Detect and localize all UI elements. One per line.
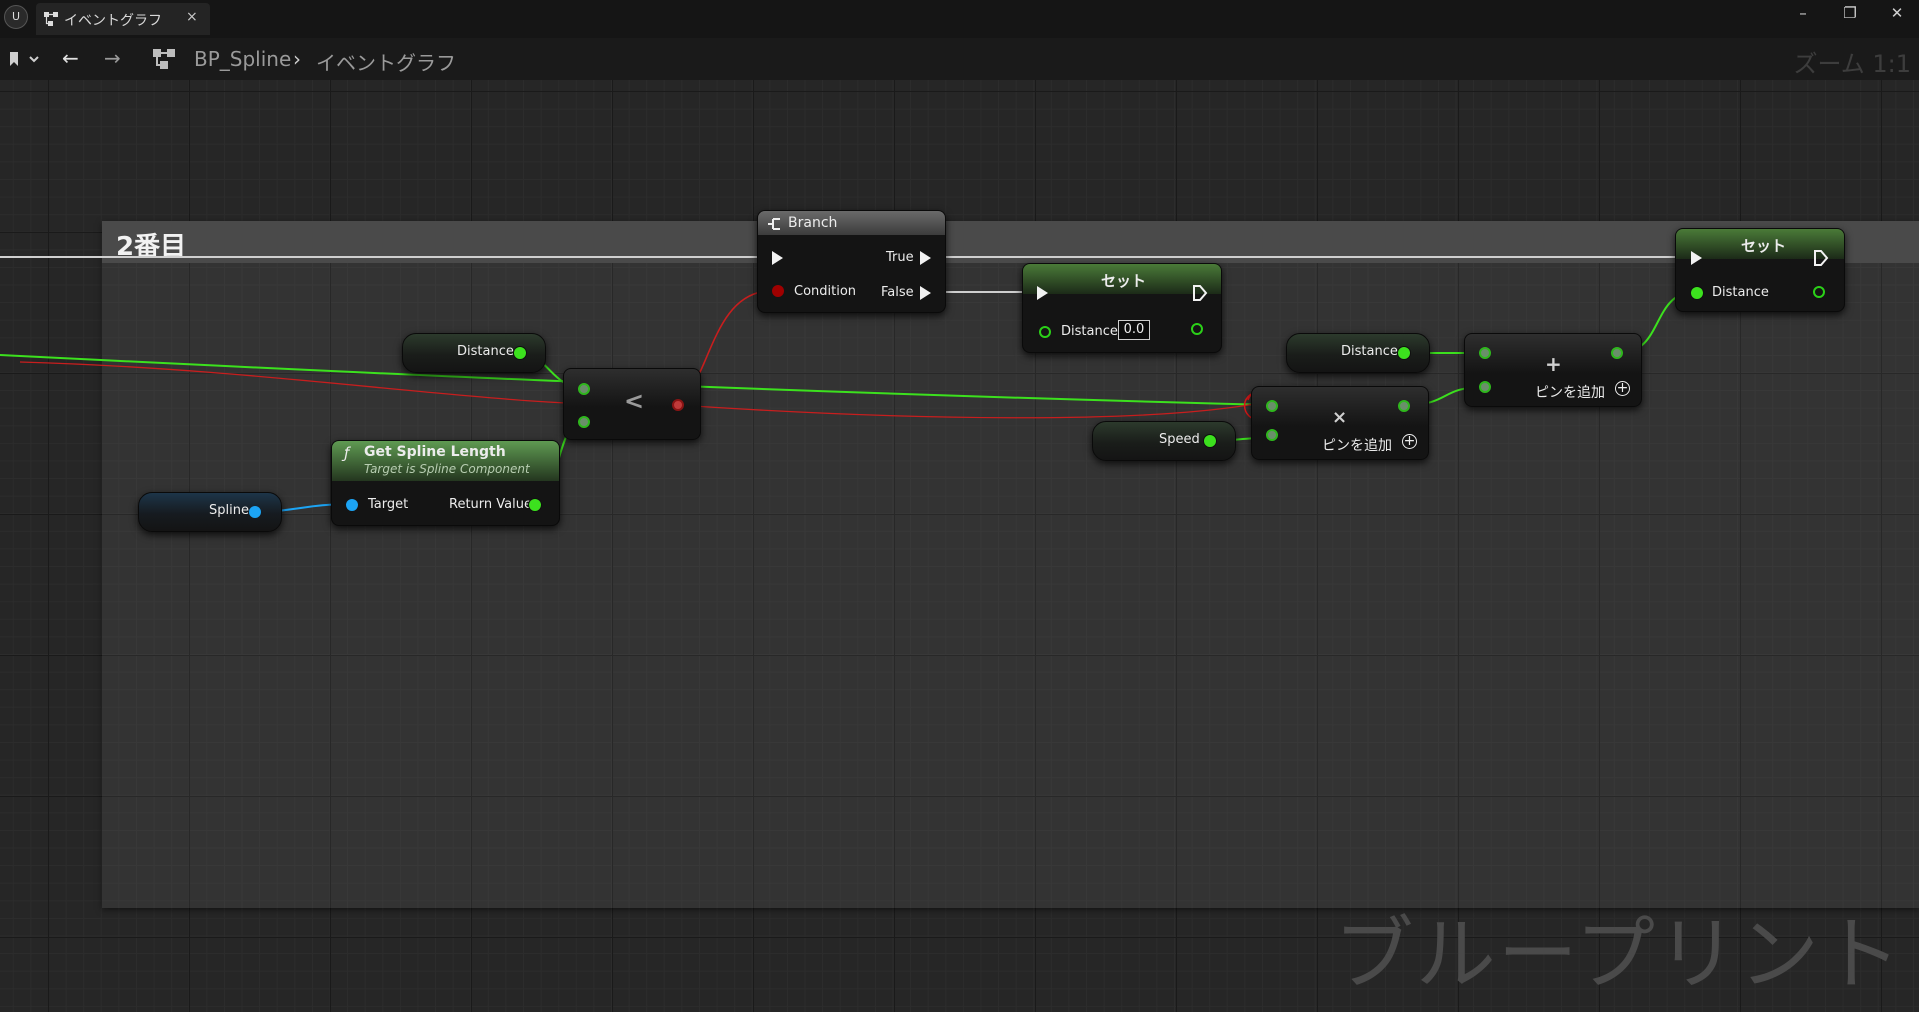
branch-false-pin[interactable] [920,286,931,300]
less-a-pin[interactable] [578,383,590,395]
less-than-symbol: < [624,387,645,415]
graph-canvas[interactable]: 2番目 Branch True Condition False セット Dist… [0,80,1919,1012]
branch-node[interactable]: Branch True Condition False [757,210,946,313]
add-add-pin-label[interactable]: ピンを追加 [1535,382,1605,402]
graph-icon [44,12,58,26]
set-distance-node-2[interactable]: セット Distance [1675,228,1845,312]
branch-true-pin[interactable] [920,251,931,265]
graph-icon [153,49,175,69]
condition-label: Condition [794,284,857,299]
tab-label: イベントグラフ [64,13,162,29]
set-distance-out-pin[interactable] [1191,323,1203,335]
set2-exec-in-pin[interactable] [1691,251,1702,265]
speed-getter-out-pin[interactable] [1204,435,1216,447]
set-exec-in-pin[interactable] [1037,286,1048,300]
unreal-logo-icon[interactable]: U [4,5,28,29]
branch-true-label: True [886,250,914,265]
return-value-pin[interactable] [529,499,541,511]
speed-getter-node[interactable]: Speed [1092,421,1236,461]
forward-button[interactable]: → [104,46,121,70]
distance-getter2-label: Distance [1341,344,1398,359]
function-title: Get Spline Length [364,444,506,460]
multiply-symbol: × [1332,407,1348,428]
function-icon: ƒ [344,444,350,462]
distance-getter-node[interactable]: Distance [402,333,546,373]
spline-getter-label: Spline [209,503,249,518]
close-tab-icon[interactable]: × [186,9,198,25]
add-node[interactable]: + ピンを追加 + [1464,333,1642,407]
branch-icon [768,218,780,230]
branch-header [758,211,945,235]
get-spline-length-node[interactable]: ƒ Get Spline Length Target is Spline Com… [331,440,560,526]
blueprint-watermark: ブループリント [1333,908,1903,1001]
distance-getter2-out-pin[interactable] [1398,347,1410,359]
zoom-level: ズーム 1:1 [1793,50,1911,78]
multiply-add-pin-icon[interactable]: + [1402,434,1417,449]
close-window-button[interactable]: ✕ [1882,2,1912,24]
multiply-a-pin[interactable] [1266,400,1278,412]
set-exec-out-pin[interactable] [1192,284,1208,302]
graph-toolbar: ← → BP_Spline › イベントグラフ ズーム 1:1 [0,38,1919,80]
spline-getter-node[interactable]: Spline [138,492,282,532]
target-pin[interactable] [346,499,358,511]
distance-getter-label: Distance [457,344,514,359]
set2-distance-label: Distance [1712,285,1769,300]
branch-title: Branch [788,215,838,231]
wire-layer [0,256,1699,514]
set-distance-node[interactable]: セット Distance 0.0 [1022,263,1222,353]
less-out-pin[interactable] [672,399,684,411]
add-b-pin[interactable] [1479,381,1491,393]
add-a-pin[interactable] [1479,347,1491,359]
distance-getter-out-pin[interactable] [514,347,526,359]
distance-getter-node-2[interactable]: Distance [1286,333,1430,373]
add-add-pin-icon[interactable]: + [1615,381,1630,396]
breadcrumb-graph[interactable]: イベントグラフ [316,47,456,76]
multiply-add-pin-label[interactable]: ピンを追加 [1322,435,1392,455]
add-out-pin[interactable] [1611,347,1623,359]
bookmark-dropdown-icon[interactable] [8,50,42,68]
restore-button[interactable]: ❐ [1835,2,1865,24]
less-than-node[interactable]: < [563,368,701,440]
set2-exec-out-pin[interactable] [1813,249,1829,267]
target-label: Target [368,497,409,512]
branch-false-label: False [881,285,914,300]
set-distance-label: Distance [1061,324,1118,339]
branch-exec-in-pin[interactable] [772,251,783,265]
set-distance-in-pin[interactable] [1039,326,1051,338]
multiply-node[interactable]: × ピンを追加 + [1251,386,1429,460]
set-title: セット [1101,272,1147,290]
breadcrumb-separator: › [293,47,301,71]
minimize-button[interactable]: – [1788,2,1818,24]
distance-value-input[interactable]: 0.0 [1118,320,1150,340]
add-symbol: + [1545,352,1562,376]
set2-title: セット [1741,237,1787,255]
speed-getter-label: Speed [1159,432,1200,447]
title-bar: U イベントグラフ × – ❐ ✕ [0,0,1919,38]
tab-event-graph[interactable]: イベントグラフ × [36,3,210,35]
less-b-pin[interactable] [578,416,590,428]
set2-distance-out-pin[interactable] [1813,286,1825,298]
multiply-out-pin[interactable] [1398,400,1410,412]
set2-distance-in-pin[interactable] [1691,287,1703,299]
return-value-label: Return Value [449,497,532,512]
back-button[interactable]: ← [62,46,79,70]
function-subtitle: Target is Spline Component [364,462,530,476]
condition-pin[interactable] [772,285,784,297]
breadcrumb-blueprint[interactable]: BP_Spline [194,47,291,71]
spline-getter-out-pin[interactable] [249,506,261,518]
multiply-b-pin[interactable] [1266,429,1278,441]
